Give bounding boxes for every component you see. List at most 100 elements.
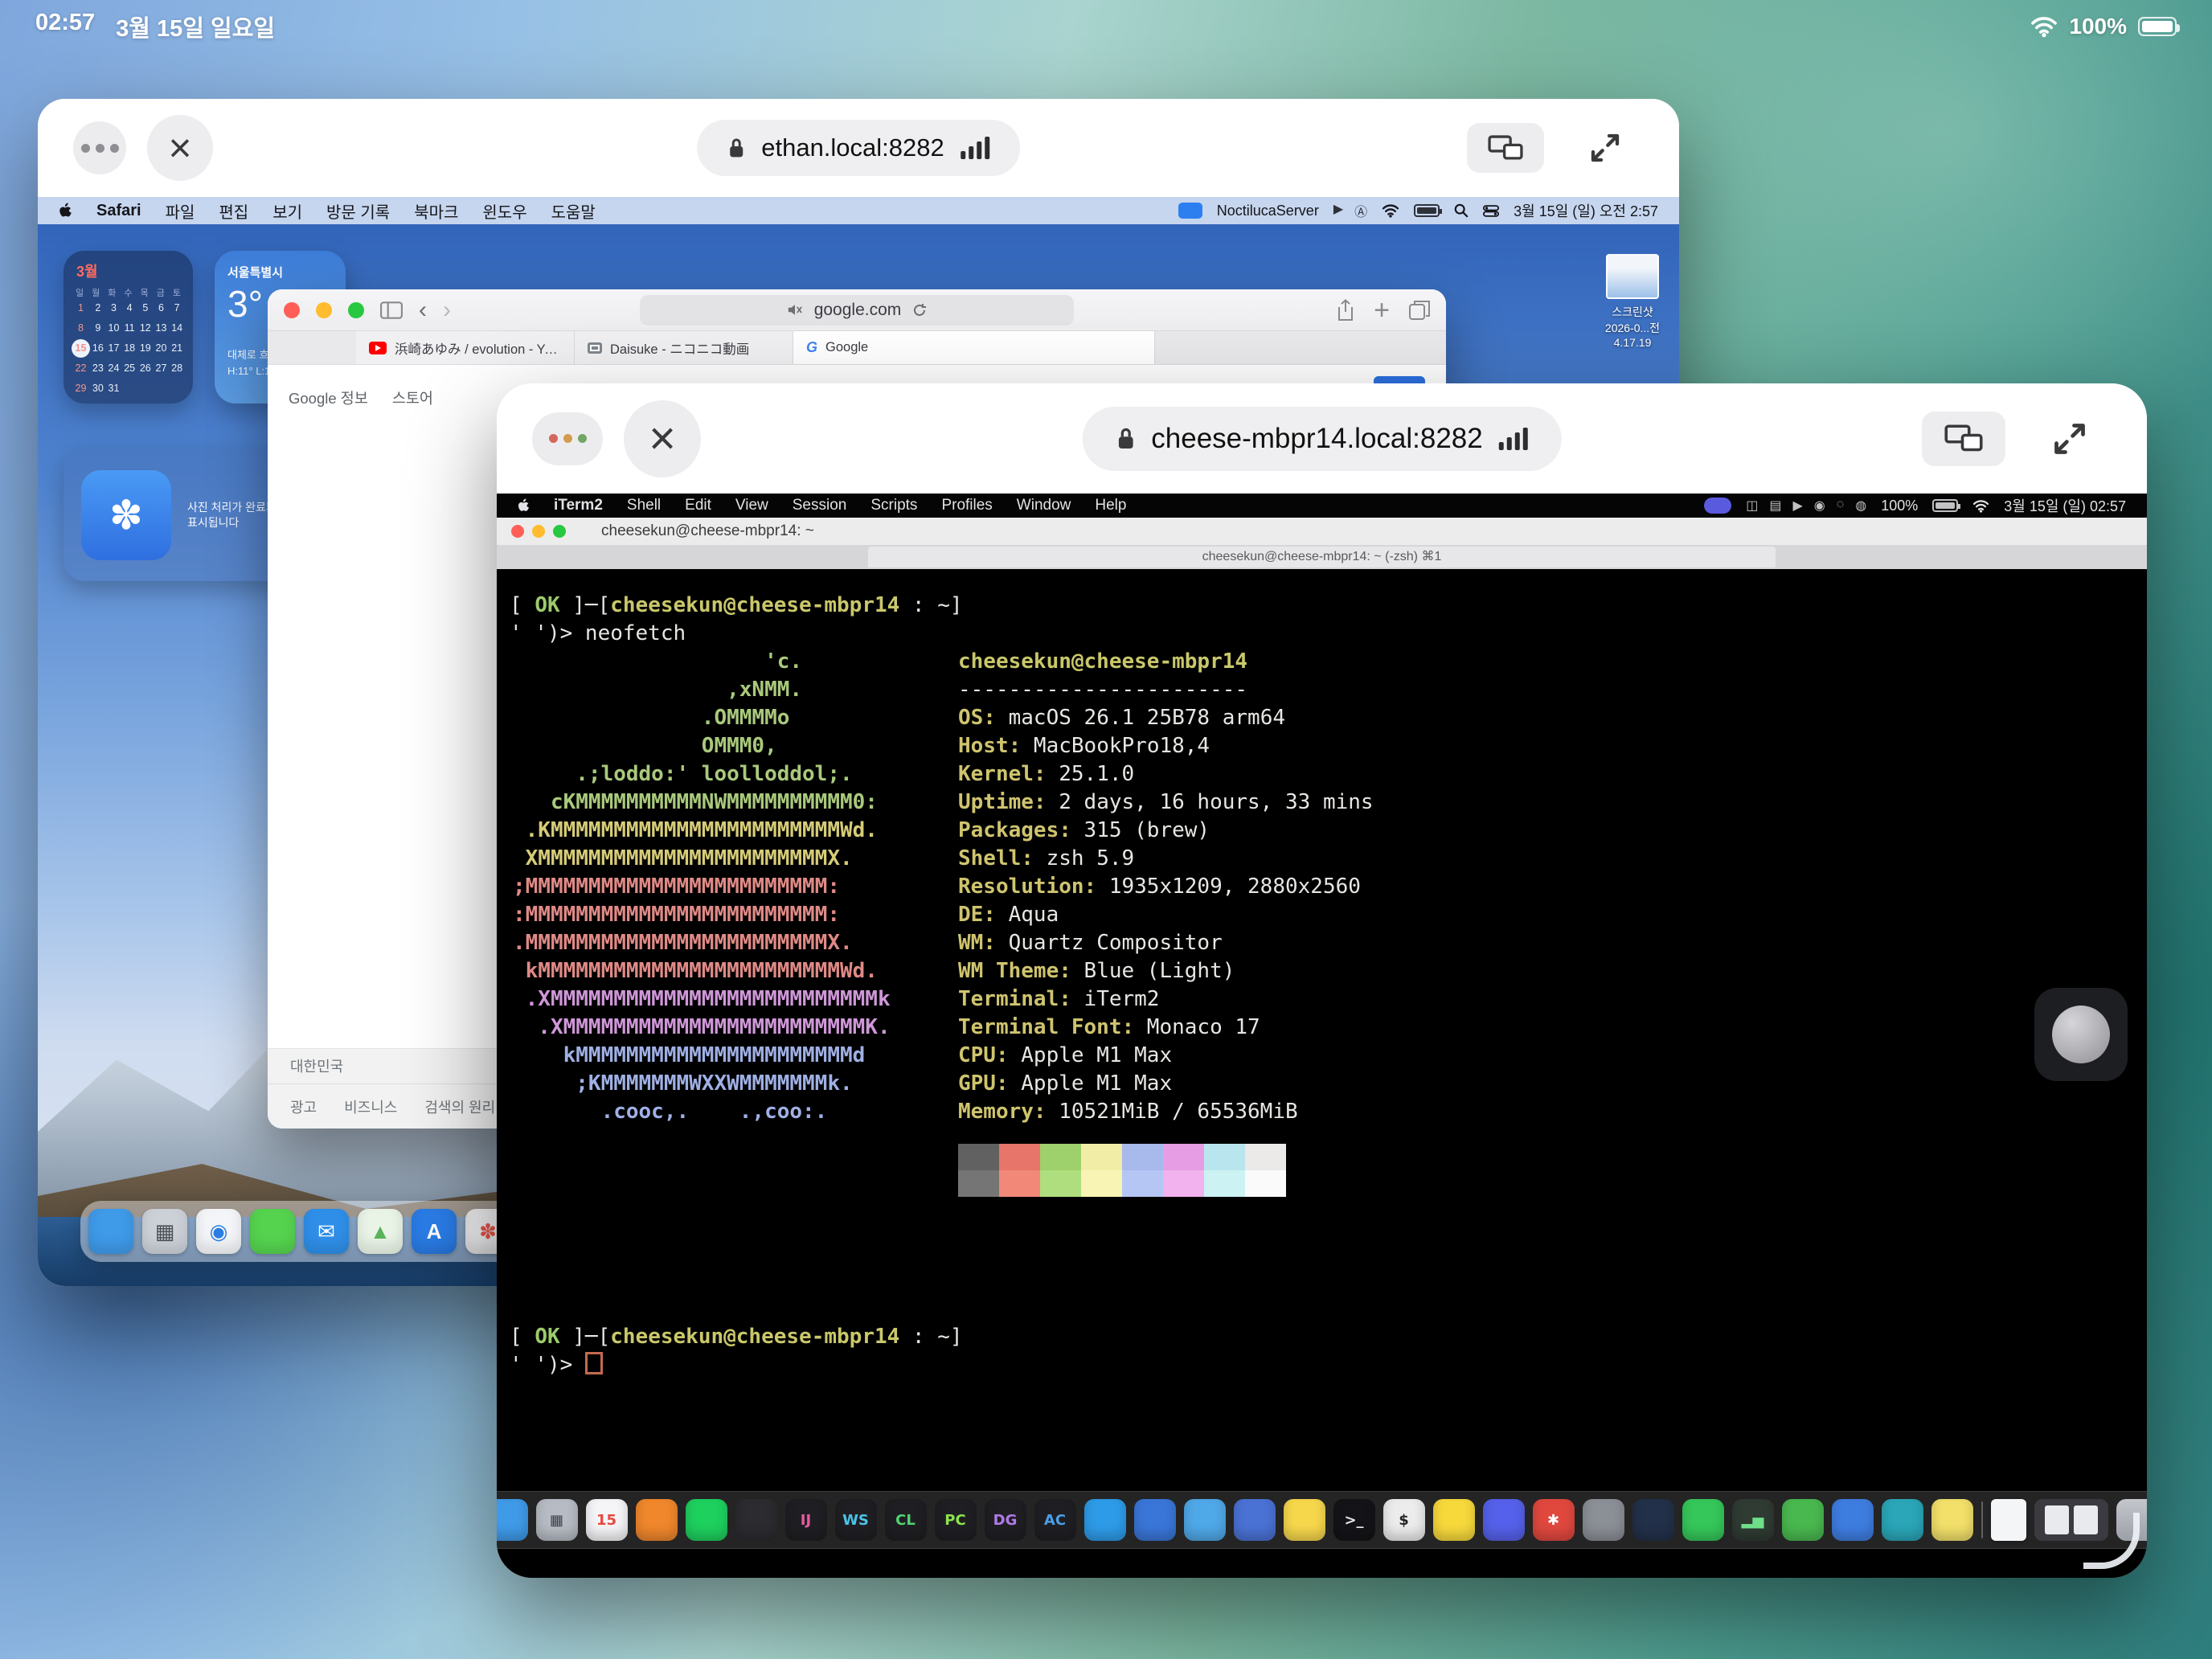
new-tab-icon[interactable]: + bbox=[1374, 297, 1390, 324]
dock-files[interactable] bbox=[1234, 1499, 1276, 1541]
desktop-screenshot-file[interactable]: 스크린샷 2026-0...전 4.17.19 bbox=[1587, 254, 1677, 349]
window-options-button[interactable] bbox=[73, 121, 126, 174]
safari-address-bar[interactable]: google.com bbox=[640, 295, 1074, 326]
server-name[interactable]: NoctilucaServer bbox=[1217, 203, 1319, 219]
dock-terminal[interactable]: $ bbox=[1383, 1499, 1425, 1541]
assistivetouch-button[interactable] bbox=[2034, 988, 2128, 1081]
reload-icon[interactable] bbox=[912, 303, 927, 317]
dock-calendar[interactable]: 15 bbox=[586, 1499, 628, 1541]
terminal-tab[interactable]: cheesekun@cheese-mbpr14: ~ (-zsh) ⌘1 bbox=[868, 547, 1776, 567]
menu-item[interactable]: 편집 bbox=[219, 199, 248, 223]
safari-tab[interactable]: GGoogle bbox=[793, 331, 1155, 364]
dock-mail[interactable]: ✉ bbox=[304, 1209, 349, 1254]
dock-spotify[interactable] bbox=[686, 1499, 727, 1541]
tab-overview-icon[interactable] bbox=[1409, 300, 1430, 321]
display-mode-button[interactable] bbox=[1922, 412, 2005, 466]
apple-menu-icon[interactable] bbox=[59, 203, 72, 219]
dock-iterm[interactable]: >_ bbox=[1333, 1499, 1375, 1541]
dock-launchpad[interactable]: ▦ bbox=[536, 1499, 578, 1541]
dock-document[interactable] bbox=[1991, 1499, 2026, 1541]
fullscreen-button[interactable] bbox=[2028, 412, 2112, 466]
calendar-widget[interactable]: 3월 일월화수목금토 12345678910111213141516171819… bbox=[63, 251, 193, 403]
dock-stickies[interactable] bbox=[1931, 1499, 1973, 1541]
dock-steam[interactable] bbox=[1632, 1499, 1674, 1541]
menu-item[interactable]: Scripts bbox=[870, 497, 917, 514]
play-icon[interactable]: ▶ bbox=[1792, 498, 1802, 514]
fullscreen-button[interactable] bbox=[1567, 123, 1644, 173]
minimize-traffic-light[interactable] bbox=[316, 302, 332, 318]
dock-notes[interactable] bbox=[1284, 1499, 1325, 1541]
dock-system-settings[interactable] bbox=[1583, 1499, 1624, 1541]
dock-maps[interactable]: ▲ bbox=[358, 1209, 403, 1254]
zoom-traffic-light[interactable] bbox=[553, 525, 566, 538]
spotlight-icon[interactable] bbox=[1454, 203, 1469, 218]
dock-appcode[interactable]: AC bbox=[1034, 1499, 1076, 1541]
wifi-menu-icon[interactable] bbox=[1382, 203, 1399, 218]
safari-tab[interactable]: Daisuke - ニコニコ動画 bbox=[575, 331, 793, 364]
mute-icon[interactable] bbox=[787, 303, 803, 317]
menu-item[interactable]: 도움말 bbox=[551, 199, 596, 223]
menu-item[interactable]: Session bbox=[793, 497, 847, 514]
menu-item[interactable]: 윈도우 bbox=[482, 199, 526, 223]
close-window-button[interactable]: × bbox=[147, 115, 213, 181]
dock-messages[interactable] bbox=[250, 1209, 295, 1254]
play-icon[interactable]: ▶ bbox=[1333, 201, 1343, 220]
menu-clock[interactable]: 3월 15일 (일) 02:57 bbox=[2004, 495, 2126, 516]
control-center-icon[interactable] bbox=[1483, 205, 1499, 217]
record-icon[interactable]: ◉ bbox=[1814, 498, 1825, 514]
dock-red-asterisk[interactable]: ✱ bbox=[1533, 1499, 1575, 1541]
dock-datagrip[interactable]: DG bbox=[985, 1499, 1026, 1541]
display-mode-button[interactable] bbox=[1467, 123, 1544, 173]
dock-finder[interactable] bbox=[88, 1209, 133, 1254]
menu-item[interactable]: 북마크 bbox=[414, 199, 458, 223]
minimize-traffic-light[interactable] bbox=[532, 525, 545, 538]
dock-clion[interactable]: CL bbox=[885, 1499, 927, 1541]
address-bar[interactable]: cheese-mbpr14.local:8282 bbox=[1082, 407, 1561, 471]
close-traffic-light[interactable] bbox=[511, 525, 524, 538]
dock-stats[interactable]: ▂▅ bbox=[1732, 1499, 1774, 1541]
page-link[interactable]: 스토어 bbox=[392, 387, 433, 408]
dock-vscode[interactable] bbox=[1084, 1499, 1126, 1541]
dock-teal-app[interactable] bbox=[1882, 1499, 1923, 1541]
dock-launchpad[interactable]: ▦ bbox=[142, 1209, 187, 1254]
menu-item[interactable]: 방문 기록 bbox=[326, 199, 390, 223]
dock-firefox[interactable] bbox=[636, 1499, 678, 1541]
dock-app-store[interactable]: A bbox=[412, 1209, 457, 1254]
menu-item[interactable]: 파일 bbox=[166, 199, 195, 223]
forward-button[interactable]: › bbox=[443, 298, 451, 322]
menu-item[interactable]: Window bbox=[1017, 497, 1071, 514]
close-window-button[interactable]: × bbox=[624, 400, 701, 477]
wifi-menu-icon[interactable] bbox=[1972, 499, 1989, 513]
iterm-title-bar[interactable]: cheesekun@cheese-mbpr14: ~ bbox=[497, 518, 2147, 545]
control-center-icon[interactable]: ◍ bbox=[1855, 498, 1866, 514]
active-app-name[interactable]: iTerm2 bbox=[554, 497, 603, 514]
menu-clock[interactable]: 3월 15일 (일) 오전 2:57 bbox=[1514, 200, 1658, 221]
share-icon[interactable] bbox=[1337, 299, 1354, 322]
accessibility-icon[interactable]: Ⓐ bbox=[1354, 201, 1367, 220]
close-traffic-light[interactable] bbox=[284, 302, 300, 318]
focus-icon[interactable]: ◌ bbox=[1837, 498, 1845, 514]
dock-music[interactable] bbox=[735, 1499, 777, 1541]
sidebar-icon[interactable] bbox=[380, 301, 403, 319]
zoom-traffic-light[interactable] bbox=[348, 302, 364, 318]
menu-item[interactable]: Shell bbox=[627, 497, 661, 514]
dock-intellij[interactable]: IJ bbox=[785, 1499, 827, 1541]
dock-discord[interactable] bbox=[1483, 1499, 1525, 1541]
safari-tab[interactable]: 浜崎あゆみ / evolution - YouTube bbox=[356, 331, 575, 364]
menu-item[interactable]: Edit bbox=[685, 497, 711, 514]
dock-blue-app[interactable] bbox=[1832, 1499, 1874, 1541]
dock-xcode[interactable] bbox=[1134, 1499, 1176, 1541]
footer-link[interactable]: 광고 bbox=[290, 1096, 317, 1117]
server-status-badge[interactable] bbox=[1178, 203, 1202, 219]
remote-mac-screen[interactable]: iTerm2 ShellEditViewSessionScriptsProfil… bbox=[497, 494, 2147, 1578]
footer-link[interactable]: 검색의 원리 bbox=[424, 1096, 495, 1117]
menu-item[interactable]: Profiles bbox=[941, 497, 992, 514]
dock-pycharm[interactable]: PC bbox=[935, 1499, 977, 1541]
address-bar[interactable]: ethan.local:8282 bbox=[697, 120, 1020, 176]
screen-sharing-badge[interactable] bbox=[1704, 498, 1731, 514]
footer-link[interactable]: 비즈니스 bbox=[344, 1096, 397, 1117]
screen-mirroring-icon[interactable]: ◫ bbox=[1746, 498, 1758, 514]
dock-telegram[interactable] bbox=[1184, 1499, 1226, 1541]
keyboard-icon[interactable]: ▤ bbox=[1769, 498, 1781, 514]
back-button[interactable]: ‹ bbox=[419, 298, 427, 322]
